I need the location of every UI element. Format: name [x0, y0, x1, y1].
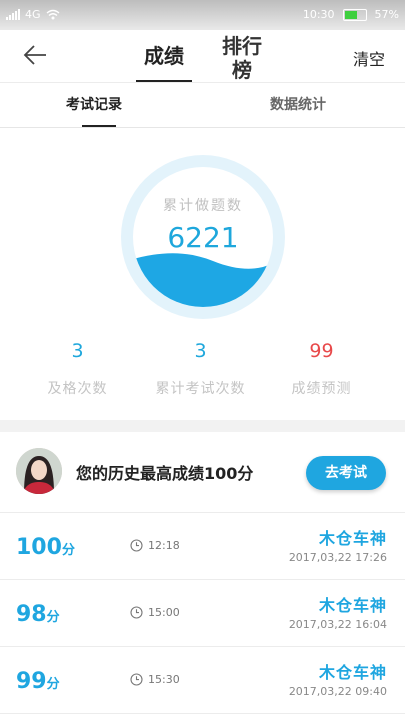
battery-percent: 57% [374, 8, 399, 21]
status-left: 4G [6, 8, 60, 21]
stat-value: 3 [194, 340, 207, 362]
table-row[interactable]: 100分 12:18 木仓车神 2017,03,22 17:26 [0, 513, 405, 580]
signal-icon [6, 9, 20, 20]
wifi-icon [46, 9, 59, 20]
score-unit: 分 [61, 543, 75, 558]
score-value: 98 [16, 602, 47, 627]
record-user-name: 木仓车神 [318, 596, 387, 615]
gauge-value: 6221 [167, 221, 239, 254]
gauge-title: 累计做题数 [163, 198, 243, 214]
tab-exam-records-label: 考试记录 [66, 97, 122, 113]
sub-tab-underline [82, 125, 116, 127]
clock-time: 10:30 [302, 8, 335, 21]
stat-label: 累计考试次数 [155, 381, 246, 397]
sub-tabs: 考试记录 数据统计 [0, 83, 405, 128]
network-label: 4G [25, 8, 41, 21]
stat-score-prediction: 99 成绩预测 [254, 340, 389, 398]
record-score: 100分 [16, 535, 75, 560]
tab-score-label: 成绩 [144, 44, 184, 68]
record-duration: 15:30 [130, 673, 180, 686]
record-score: 99分 [16, 669, 60, 694]
score-unit: 分 [46, 677, 60, 692]
duration-text: 15:30 [148, 673, 180, 686]
tab-data-statistics[interactable]: 数据统计 [270, 83, 326, 127]
best-score-text: 您的历史最高成绩100分 [76, 464, 254, 483]
table-row[interactable]: 98分 15:00 木仓车神 2017,03,22 16:04 [0, 580, 405, 647]
tab-ranking[interactable]: 排行榜 [214, 34, 270, 86]
battery-icon [342, 8, 367, 21]
stat-label: 成绩预测 [291, 381, 352, 397]
duration-text: 15:00 [148, 606, 180, 619]
score-value: 100 [16, 535, 62, 560]
gauge-inner: 累计做题数 6221 [133, 167, 273, 307]
record-score: 98分 [16, 602, 60, 627]
record-duration: 12:18 [130, 539, 180, 552]
stat-pass-count: 3 及格次数 [10, 340, 145, 398]
record-duration: 15:00 [130, 606, 180, 619]
active-tab-underline [136, 80, 192, 82]
tab-exam-records[interactable]: 考试记录 [66, 83, 122, 127]
score-value: 99 [16, 669, 47, 694]
best-score-bar: 您的历史最高成绩100分 去考试 [0, 432, 405, 513]
record-date: 2017,03,22 09:40 [288, 685, 387, 698]
status-bar: 4G 10:30 57% [0, 0, 405, 30]
go-exam-button[interactable]: 去考试 [306, 456, 386, 490]
record-user-name: 木仓车神 [318, 663, 387, 682]
stat-value: 99 [309, 340, 334, 362]
stat-exam-count: 3 累计考试次数 [133, 340, 268, 398]
status-right: 10:30 57% [303, 8, 399, 21]
clock-icon [130, 539, 143, 552]
back-arrow-icon[interactable] [22, 42, 48, 68]
stat-label: 及格次数 [47, 381, 108, 397]
top-header: 成绩 排行榜 清空 [0, 30, 405, 83]
clock-icon [130, 673, 143, 686]
score-unit: 分 [46, 610, 60, 625]
questions-gauge: 累计做题数 6221 [121, 155, 285, 319]
duration-text: 12:18 [148, 539, 180, 552]
section-divider [0, 420, 405, 432]
table-row[interactable]: 99分 15:30 木仓车神 2017,03,22 09:40 [0, 647, 405, 714]
clear-button[interactable]: 清空 [353, 46, 385, 70]
avatar[interactable] [16, 448, 62, 494]
clock-icon [130, 606, 143, 619]
tab-score[interactable]: 成绩 [136, 30, 192, 82]
stat-value: 3 [71, 340, 84, 362]
record-user-name: 木仓车神 [318, 529, 387, 548]
record-date: 2017,03,22 16:04 [288, 618, 387, 631]
record-date: 2017,03,22 17:26 [288, 551, 387, 564]
